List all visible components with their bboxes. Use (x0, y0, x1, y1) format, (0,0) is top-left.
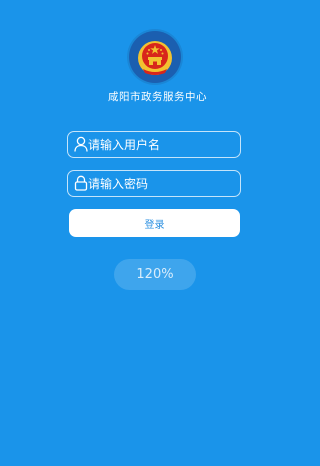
password-input[interactable] (88, 171, 236, 196)
national-emblem-icon (129, 31, 181, 83)
login-button[interactable]: 登录 (69, 209, 240, 237)
password-field[interactable] (67, 170, 241, 197)
username-field[interactable] (67, 131, 241, 158)
zoom-level-badge: 120% (114, 259, 196, 290)
lock-icon (74, 175, 88, 191)
username-input[interactable] (88, 132, 236, 157)
user-icon (74, 136, 88, 152)
org-title: 咸阳市政务服务中心 (108, 91, 207, 103)
